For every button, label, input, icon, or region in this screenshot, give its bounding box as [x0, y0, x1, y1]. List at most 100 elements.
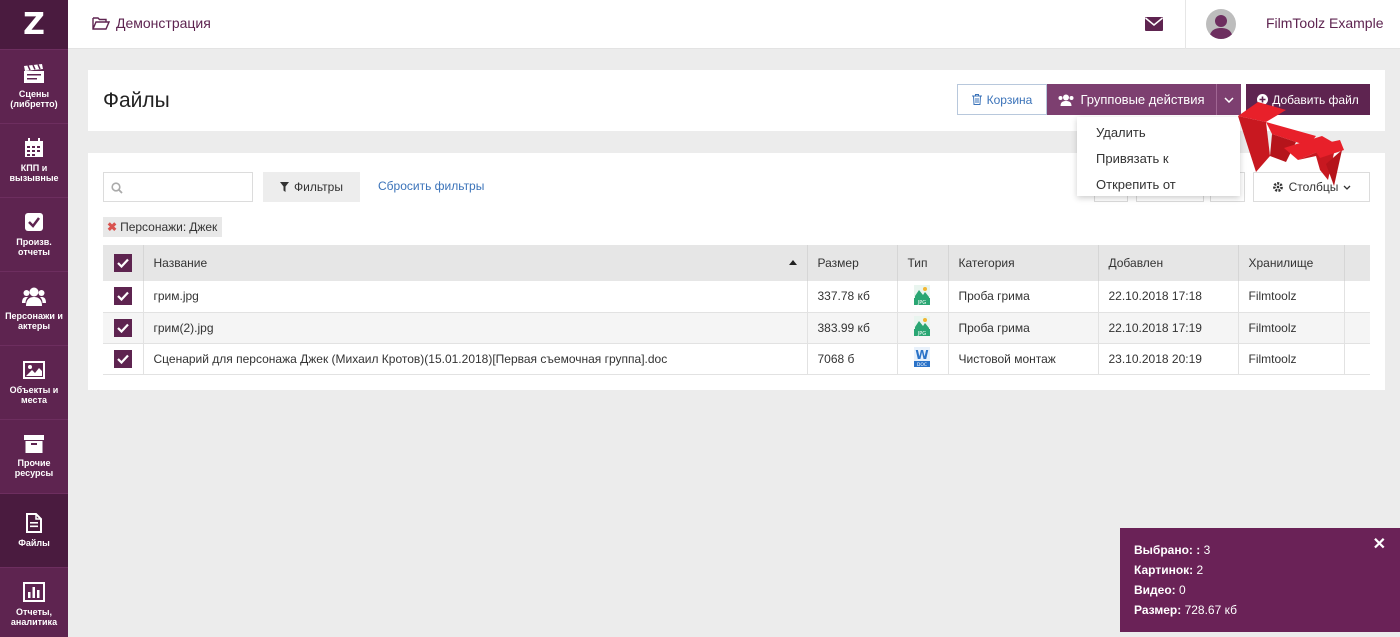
info-selected-row: Выбрано: : 3: [1134, 540, 1400, 560]
sidebar-item-kpp[interactable]: КПП и вызывные: [0, 123, 68, 197]
sidebar-item-label: Сцены (либретто): [10, 89, 58, 109]
group-actions-label: Групповые действия: [1080, 92, 1205, 107]
sidebar-item-label: Отчеты, аналитика: [10, 607, 58, 627]
messages-button[interactable]: [1145, 17, 1163, 36]
breadcrumb[interactable]: Демонстрация: [92, 15, 211, 31]
word-doc-icon: WDOC: [913, 347, 930, 368]
file-storage-cell: Filmtoolz: [1237, 343, 1344, 375]
column-header-label: Хранилище: [1248, 256, 1314, 270]
file-added-cell: 22.10.2018 17:18: [1097, 281, 1238, 313]
column-header-label: Название: [153, 256, 208, 270]
folder-open-icon: [92, 17, 110, 30]
file-type-cell: JPG: [896, 312, 948, 344]
menu-item-attach[interactable]: Привязать к: [1077, 146, 1240, 172]
column-header-type[interactable]: Тип: [896, 245, 948, 281]
svg-text:DOC: DOC: [916, 362, 926, 367]
column-header-storage[interactable]: Хранилище: [1237, 245, 1344, 281]
row-checkbox[interactable]: [114, 287, 132, 306]
row-checkbox[interactable]: [114, 349, 132, 368]
info-video-value: 0: [1179, 583, 1186, 597]
user-avatar-icon: [1209, 15, 1233, 39]
column-header-name[interactable]: Название: [142, 245, 807, 281]
file-name-cell[interactable]: грим(2).jpg: [142, 312, 807, 344]
column-header-size[interactable]: Размер: [806, 245, 897, 281]
sidebar-item-characters[interactable]: Персонажи и актеры: [0, 271, 68, 345]
file-type-cell: JPG: [896, 281, 948, 313]
table-row[interactable]: грим.jpg 337.78 кб JPG Проба грима 22.10…: [103, 281, 1370, 313]
sidebar-item-locations[interactable]: Объекты и места: [0, 345, 68, 419]
select-all-cell: [103, 245, 143, 281]
row-checkbox[interactable]: [114, 318, 132, 337]
column-header-label: Категория: [958, 256, 1015, 270]
info-size-row: Размер: 728.67 кб: [1134, 600, 1400, 620]
sidebar-item-files[interactable]: Файлы: [0, 493, 68, 567]
reset-filters-link[interactable]: Сбросить фильтры: [378, 179, 484, 193]
info-size-label: Размер:: [1134, 603, 1182, 617]
trash-button[interactable]: Корзина: [957, 84, 1047, 115]
group-actions-button[interactable]: Групповые действия: [1047, 84, 1216, 115]
file-size-cell: 337.78 кб: [806, 281, 897, 313]
info-selected-label: Выбрано: :: [1134, 543, 1201, 557]
svg-text:W: W: [915, 348, 928, 362]
file-category-cell: Проба грима: [947, 312, 1098, 344]
sidebar-item-label: Прочие ресурсы: [14, 458, 54, 478]
filter-tag-key: Персонажи:: [120, 220, 187, 234]
sidebar: Z Сцены (либретто) КПП и вызывные Произв…: [0, 0, 68, 637]
active-filter-tag: ✖ Персонажи: Джек: [103, 217, 223, 237]
file-name-cell[interactable]: грим.jpg: [142, 281, 807, 313]
page-title: Файлы: [103, 89, 170, 112]
close-icon[interactable]: ✕: [1373, 534, 1386, 554]
info-images-value: 2: [1196, 563, 1204, 577]
filters-button[interactable]: Фильтры: [263, 172, 360, 202]
image-icon: [23, 361, 45, 379]
info-size-value: 728.67 кб: [1184, 603, 1237, 617]
sort-ascending-icon: [788, 260, 797, 265]
sidebar-item-label: Объекты и места: [9, 385, 59, 405]
info-video-row: Видео: 0: [1134, 580, 1400, 600]
file-storage-cell: Filmtoolz: [1237, 281, 1344, 313]
user-name[interactable]: FilmToolz Example: [1266, 15, 1383, 31]
search-input[interactable]: [103, 172, 253, 202]
app-logo[interactable]: Z: [0, 0, 68, 49]
column-header-category[interactable]: Категория: [947, 245, 1098, 281]
jpg-file-icon: JPG: [913, 316, 930, 337]
file-added-cell: 23.10.2018 20:19: [1097, 343, 1238, 375]
sidebar-item-label: КПП и вызывные: [9, 163, 59, 183]
table-row[interactable]: грим(2).jpg 383.99 кб JPG Проба грима 22…: [103, 312, 1370, 344]
column-header-label: Тип: [907, 256, 928, 270]
sidebar-item-reports[interactable]: Произв. отчеты: [0, 197, 68, 271]
column-header-label: Добавлен: [1108, 256, 1164, 270]
sidebar-item-scenes[interactable]: Сцены (либретто): [0, 49, 68, 123]
svg-text:JPG: JPG: [916, 300, 925, 305]
info-images-row: Картинок: 2: [1134, 560, 1400, 580]
menu-item-delete[interactable]: Удалить: [1077, 120, 1240, 146]
file-storage-cell: Filmtoolz: [1237, 312, 1344, 344]
check-icon: [117, 354, 129, 364]
top-bar: Демонстрация FilmToolz Example: [68, 0, 1400, 49]
remove-filter-icon[interactable]: ✖: [107, 220, 117, 234]
file-name-cell[interactable]: Сценарий для персонажа Джек (Михаил Крот…: [142, 343, 807, 375]
file-category-cell: Чистовой монтаж: [947, 343, 1098, 375]
table-row[interactable]: Сценарий для персонажа Джек (Михаил Крот…: [103, 343, 1370, 375]
filters-button-label: Фильтры: [294, 180, 343, 194]
select-all-checkbox[interactable]: [114, 254, 132, 272]
archive-box-icon: [24, 435, 44, 453]
bar-chart-icon: [23, 582, 45, 602]
search-icon: [111, 182, 123, 194]
sidebar-item-label: Файлы: [18, 538, 50, 548]
jpg-file-icon: JPG: [913, 284, 930, 306]
info-video-label: Видео:: [1134, 583, 1176, 597]
breadcrumb-label: Демонстрация: [116, 15, 211, 31]
menu-item-detach[interactable]: Открепить от: [1077, 172, 1240, 198]
avatar[interactable]: [1206, 9, 1236, 39]
checkbox-icon: [25, 213, 43, 231]
sidebar-item-resources[interactable]: Прочие ресурсы: [0, 419, 68, 493]
file-icon: [26, 513, 42, 533]
sidebar-item-label: Персонажи и актеры: [5, 311, 63, 331]
column-header-added[interactable]: Добавлен: [1097, 245, 1238, 281]
column-header-label: Размер: [817, 256, 859, 270]
sidebar-item-analytics[interactable]: Отчеты, аналитика: [0, 567, 68, 637]
check-icon: [117, 258, 129, 268]
trash-icon: [971, 94, 982, 105]
calendar-icon: [25, 138, 43, 157]
